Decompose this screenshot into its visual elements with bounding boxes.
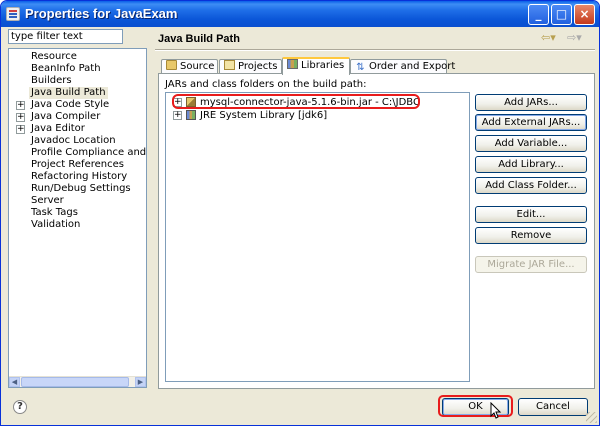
tree-item-run-debug-settings[interactable]: Run/Debug Settings [9,183,146,195]
forward-arrow-icon[interactable]: ⇨▾ [567,31,587,45]
tab-label: Libraries [301,60,345,71]
tree-item-java-code-style[interactable]: + Java Code Style [9,99,146,111]
tree-item-label: Project References [31,159,124,170]
tree-item-label: Java Code Style [31,99,110,110]
edit-button[interactable]: Edit... [475,206,587,223]
tree-item-label: Validation [31,219,81,230]
tree-item-builders[interactable]: Builders [9,75,146,87]
remove-button[interactable]: Remove [475,227,587,244]
resize-grip-icon[interactable] [586,412,597,423]
libraries-caption: JARs and class folders on the build path… [165,79,367,90]
tree-item-label: Java Compiler [31,111,101,122]
tab-label: Source [180,61,215,72]
add-library-button[interactable]: Add Library... [475,156,587,173]
help-icon[interactable]: ? [13,400,27,414]
mouse-pointer-icon [490,402,502,419]
title-separator [155,49,595,51]
expand-icon[interactable]: + [16,113,25,122]
tree-item-beaninfo-path[interactable]: BeanInfo Path [9,63,146,75]
tree-item-project-references[interactable]: Project References [9,159,146,171]
scroll-right-arrow-icon[interactable]: ▶ [135,377,146,387]
filter-input[interactable]: type filter text [8,29,123,44]
expand-icon[interactable]: + [16,125,25,134]
splitter-sash[interactable] [150,29,153,389]
properties-app-icon [6,7,20,21]
order-export-icon: ⇅ [356,62,365,73]
property-pages-tree[interactable]: Resource BeanInfo Path Builders Java Bui… [8,48,147,388]
tree-item-profile-compliance[interactable]: Profile Compliance and Va [9,147,146,159]
close-button[interactable]: × [574,4,595,25]
tree-item-task-tags[interactable]: Task Tags [9,207,146,219]
back-arrow-icon[interactable]: ⇦▾ [541,31,561,45]
scroll-left-arrow-icon[interactable]: ◀ [9,377,20,387]
library-entry-label: JRE System Library [jdk6] [200,110,328,121]
tree-item-label: Run/Debug Settings [31,183,131,194]
properties-dialog: Properties for JavaExam _ □ × type filte… [0,0,600,426]
page-title: Java Build Path [158,33,240,45]
tree-item-label: Refactoring History [31,171,128,182]
libraries-icon [287,59,298,69]
tree-item-java-build-path[interactable]: Java Build Path [9,87,146,99]
scrollbar-thumb[interactable] [21,377,129,387]
tab-label: Order and Export [369,61,456,72]
tree-item-label: Java Editor [31,123,85,134]
annotation-highlight-jar [172,94,420,109]
jre-library-icon [186,110,196,120]
add-jars-button[interactable]: Add JARs... [475,94,587,111]
add-variable-button[interactable]: Add Variable... [475,135,587,152]
tree-item-java-compiler[interactable]: + Java Compiler [9,111,146,123]
tab-projects[interactable]: Projects [219,59,282,74]
tree-item-label: Server [31,195,64,206]
projects-icon [224,60,235,70]
tree-item-resource[interactable]: Resource [9,51,146,63]
expand-icon[interactable]: + [173,111,182,120]
source-folder-icon [166,60,177,70]
maximize-button[interactable]: □ [551,4,572,25]
tab-libraries[interactable]: Libraries [282,57,350,75]
cancel-button[interactable]: Cancel [518,398,588,416]
tree-item-javadoc-location[interactable]: Javadoc Location [9,135,146,147]
tree-item-label: Java Build Path [29,87,108,99]
library-entry-jre-system-library[interactable]: + JRE System Library [jdk6] [166,109,469,122]
tree-horizontal-scrollbar[interactable]: ◀ ▶ [9,376,146,387]
tree-item-label: Task Tags [31,207,78,218]
add-class-folder-button[interactable]: Add Class Folder... [475,177,587,194]
window-title: Properties for JavaExam [25,6,178,21]
tree-item-server[interactable]: Server [9,195,146,207]
expand-icon[interactable]: + [16,101,25,110]
title-bar[interactable]: Properties for JavaExam _ □ × [1,1,599,27]
minimize-button[interactable]: _ [528,4,549,25]
tree-item-label: Resource [31,51,77,62]
build-path-entries-tree[interactable]: + mysql-connector-java-5.1.6-bin.jar - C… [165,92,470,382]
libraries-panel: JARs and class folders on the build path… [158,73,595,389]
tree-item-label: BeanInfo Path [31,63,101,74]
tree-item-label: Profile Compliance and Va [31,147,147,158]
tree-item-java-editor[interactable]: + Java Editor [9,123,146,135]
add-external-jars-button[interactable]: Add External JARs... [475,114,587,131]
tab-label: Projects [238,61,278,72]
tree-item-validation[interactable]: Validation [9,219,146,231]
migrate-jar-button[interactable]: Migrate JAR File... [475,256,587,273]
tab-order-and-export[interactable]: ⇅ Order and Export [350,59,455,74]
tree-item-label: Builders [31,75,72,86]
tree-item-label: Javadoc Location [31,135,116,146]
footer-separator [1,389,599,391]
tab-source[interactable]: Source [161,59,218,74]
tree-item-refactoring-history[interactable]: Refactoring History [9,171,146,183]
